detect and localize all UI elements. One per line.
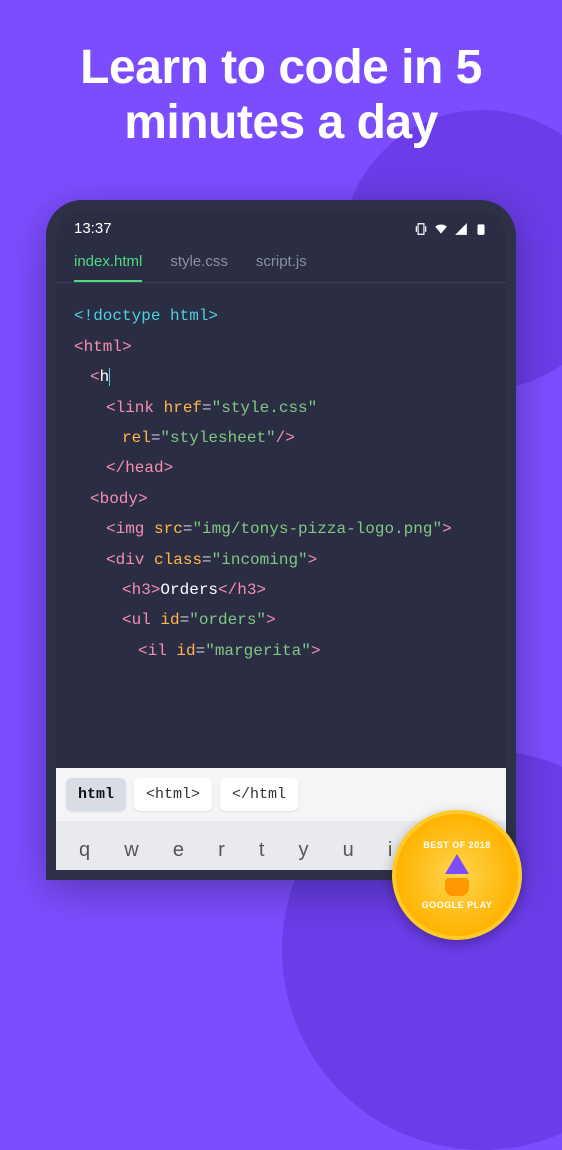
code-token: > (311, 642, 321, 660)
code-token: <link (106, 399, 164, 417)
code-token: > (266, 611, 276, 629)
code-token: "orders" (189, 611, 266, 629)
trophy-icon (445, 878, 469, 896)
phone-frame: 13:37 index.html style.css script.js <!d… (46, 200, 516, 880)
code-token: > (442, 520, 452, 538)
award-badge: BEST OF 2018 GOOGLE PLAY (392, 810, 522, 940)
key-q[interactable]: q (75, 831, 94, 870)
key-r[interactable]: r (214, 831, 229, 870)
code-token: src (154, 520, 183, 538)
code-token: </h3> (218, 581, 266, 599)
code-token: Orders (160, 581, 218, 599)
code-token: > (308, 551, 318, 569)
code-token: <h3> (122, 581, 160, 599)
play-triangle-icon (445, 854, 469, 874)
badge-top-text: BEST OF 2018 (423, 840, 491, 850)
code-token: class (154, 551, 202, 569)
code-token: id (176, 642, 195, 660)
code-token: <!doctype html> (74, 307, 218, 325)
code-token: "incoming" (212, 551, 308, 569)
tab-style-css[interactable]: style.css (170, 253, 228, 282)
key-u[interactable]: u (339, 831, 358, 870)
suggestion-chip[interactable]: <html> (134, 778, 212, 811)
code-token: = (151, 429, 161, 447)
suggestion-chip[interactable]: html (66, 778, 126, 811)
vibrate-icon (414, 222, 428, 236)
code-token: href (164, 399, 202, 417)
code-editor[interactable]: <!doctype html> <html> <h <link href="st… (56, 283, 506, 768)
key-t[interactable]: t (255, 831, 269, 870)
status-bar: 13:37 (56, 210, 506, 243)
code-token: <div (106, 551, 154, 569)
status-time: 13:37 (74, 220, 112, 237)
code-token: /> (276, 429, 295, 447)
code-token: = (196, 642, 206, 660)
code-token: h (100, 368, 110, 386)
code-token: = (183, 520, 193, 538)
code-token: <img (106, 520, 154, 538)
code-token: "stylesheet" (160, 429, 275, 447)
tab-script-js[interactable]: script.js (256, 253, 307, 282)
code-token: <ul (122, 611, 160, 629)
tab-index-html[interactable]: index.html (74, 253, 142, 282)
code-token: = (202, 551, 212, 569)
suggestion-chip[interactable]: </html (220, 778, 298, 811)
phone-screen: 13:37 index.html style.css script.js <!d… (56, 210, 506, 870)
badge-bottom-text: GOOGLE PLAY (422, 900, 493, 910)
code-token: < (90, 368, 100, 386)
code-token: "style.css" (212, 399, 318, 417)
code-token: </head> (106, 459, 173, 477)
battery-icon (474, 222, 488, 236)
code-token: <body> (90, 490, 148, 508)
code-token: = (202, 399, 212, 417)
code-token: id (160, 611, 179, 629)
headline-text: Learn to code in 5 minutes a day (0, 0, 562, 170)
code-token: rel (122, 429, 151, 447)
text-cursor (109, 368, 110, 386)
key-y[interactable]: y (295, 831, 313, 870)
file-tabs: index.html style.css script.js (56, 243, 506, 283)
code-token: <html> (74, 338, 132, 356)
code-token: <il (138, 642, 176, 660)
code-token: "img/tonys-pizza-logo.png" (192, 520, 442, 538)
code-token: "margerita" (205, 642, 311, 660)
signal-icon (454, 222, 468, 236)
key-e[interactable]: e (169, 831, 188, 870)
key-w[interactable]: w (120, 831, 142, 870)
code-token: = (180, 611, 190, 629)
wifi-icon (434, 222, 448, 236)
